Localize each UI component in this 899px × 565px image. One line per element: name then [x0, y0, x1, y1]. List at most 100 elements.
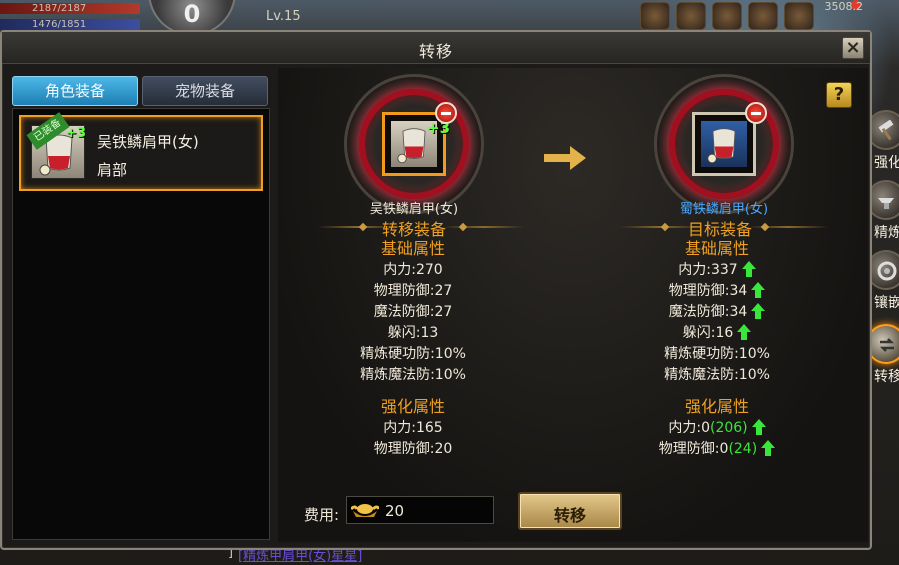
- target-slot-ring: 蜀铁鳞肩甲(女): [644, 74, 804, 217]
- stat-row: 躲闪:13: [278, 323, 548, 344]
- fee-field: 20: [346, 496, 494, 524]
- stat-label: 精炼魔法防:: [360, 367, 435, 383]
- enhance-level: +3: [66, 126, 86, 141]
- item-slot: 肩部: [97, 161, 128, 179]
- stat-up-arrow-icon: [751, 419, 766, 435]
- top-right-value: 3508.2: [824, 0, 864, 13]
- side-tab-label: 镶嵌: [874, 295, 899, 311]
- target-item-slot[interactable]: [692, 112, 756, 176]
- stat-value: 337: [710, 262, 738, 278]
- stat-value: 10%: [738, 346, 770, 362]
- stat-value: 20: [434, 441, 453, 457]
- shoulder-armor-icon: 已装备 +3: [26, 112, 86, 179]
- item-name: 吴铁鳞肩甲(女): [97, 133, 199, 151]
- player-level: Lv.15: [266, 9, 301, 24]
- gold-ingot-icon: [351, 504, 379, 517]
- stat-bonus: (206): [709, 420, 748, 436]
- stat-row: 精炼硬功防:10%: [582, 344, 852, 365]
- equipment-list: 已装备 +3 吴铁鳞肩甲(女) 肩部: [12, 108, 270, 540]
- dialog-header: 转移 ×: [2, 32, 870, 64]
- vip-level: 0: [183, 0, 201, 28]
- fee-value: 20: [385, 502, 405, 520]
- stat-up-arrow-icon: [761, 440, 776, 456]
- source-section-title: 转移装备: [381, 220, 446, 239]
- close-button[interactable]: ×: [842, 37, 864, 59]
- stat-up-arrow-icon: [737, 324, 752, 340]
- stat-label: 物理防御:: [668, 283, 730, 299]
- transfer-dialog: 转移 × 角色装备 宠物装备 已装备 +3 吴铁鳞肩甲(女) 肩部 ? +3 吴…: [0, 30, 872, 550]
- stat-row: 内力:337: [582, 260, 852, 281]
- source-item-name: 吴铁鳞肩甲(女): [369, 202, 459, 217]
- stat-up-arrow-icon: [751, 303, 766, 319]
- stat-row: 魔法防御:34: [582, 302, 852, 323]
- stat-row: 物理防御:27: [278, 281, 548, 302]
- stat-label: 物理防御:: [658, 441, 720, 457]
- stat-label: 精炼硬功防:: [664, 346, 739, 362]
- transfer-button[interactable]: 转移: [518, 492, 622, 530]
- enhance-stats-title: 强化属性: [380, 397, 445, 416]
- stat-bonus: (24): [728, 441, 758, 457]
- menu-icon[interactable]: [640, 2, 670, 30]
- stat-value: 27: [434, 304, 453, 320]
- side-tab-label: 精炼: [874, 225, 899, 241]
- stat-up-arrow-icon: [751, 282, 766, 298]
- stat-row: 精炼魔法防:10%: [278, 365, 548, 386]
- stat-row: 魔法防御:27: [278, 302, 548, 323]
- stat-value: 0: [701, 420, 710, 436]
- close-icon: ×: [845, 37, 861, 58]
- stat-row: 内力:270: [278, 260, 548, 281]
- stat-value: 10%: [434, 346, 466, 362]
- side-tab-label: 强化: [874, 155, 899, 171]
- menu-icon[interactable]: [748, 2, 778, 30]
- player-hud: 2187/2187 1476/1851: [0, 0, 140, 34]
- target-stats: 基础属性 内力:337 物理防御:34 魔法防御:34 躲闪:16 精炼硬功防:…: [582, 238, 852, 460]
- stat-label: 魔法防御:: [668, 304, 730, 320]
- stat-label: 内力:: [383, 420, 416, 436]
- stat-row: 内力:165: [278, 418, 548, 439]
- help-button[interactable]: ?: [826, 82, 852, 108]
- help-icon: ?: [833, 84, 845, 105]
- source-slot-ring: +3 吴铁鳞肩甲(女): [334, 74, 494, 217]
- stat-row: 精炼硬功防:10%: [278, 344, 548, 365]
- enhance-stats-title: 强化属性: [684, 397, 749, 416]
- stat-row: 精炼魔法防:10%: [582, 365, 852, 386]
- stat-value: 34: [729, 283, 748, 299]
- stat-value: 27: [434, 283, 453, 299]
- stat-value: 165: [415, 420, 443, 436]
- list-item[interactable]: 已装备 +3 吴铁鳞肩甲(女) 肩部: [19, 112, 263, 191]
- stat-label: 躲闪:: [682, 325, 716, 341]
- transfer-arrow-icon: [544, 146, 586, 170]
- dialog-title: 转移: [418, 42, 453, 61]
- side-tab-label: 转移: [874, 369, 899, 385]
- mp-bar: 1476/1851: [0, 19, 140, 30]
- target-section-title: 目标装备: [687, 220, 752, 239]
- menu-icon[interactable]: [676, 2, 706, 30]
- transfer-button-label: 转移: [553, 506, 586, 525]
- shoulder-armor-icon: [701, 121, 747, 167]
- stat-label: 精炼魔法防:: [664, 367, 739, 383]
- divider: [444, 226, 524, 228]
- stat-row: 内力:0(206): [582, 418, 852, 439]
- base-stats-title: 基础属性: [380, 239, 445, 258]
- stat-value: 13: [420, 325, 439, 341]
- remove-target-button[interactable]: [745, 102, 767, 124]
- tab-character-equipment[interactable]: 角色装备: [12, 76, 138, 106]
- stat-row: 物理防御:20: [278, 439, 548, 460]
- remove-source-button[interactable]: [435, 102, 457, 124]
- target-item-name: 蜀铁鳞肩甲(女): [679, 202, 769, 217]
- transfer-panel: ? +3 吴铁鳞肩甲(女) 蜀铁鳞肩甲(女) 转移装备 目标装备 基础属性 内力…: [278, 68, 868, 542]
- stat-value: 16: [715, 325, 734, 341]
- stat-label: 魔法防御:: [373, 304, 435, 320]
- tab-pet-equipment[interactable]: 宠物装备: [142, 76, 268, 106]
- stat-value: 10%: [738, 367, 770, 383]
- hp-bar: 2187/2187: [0, 3, 140, 14]
- source-stats: 基础属性 内力:270 物理防御:27 魔法防御:27 躲闪:13 精炼硬功防:…: [278, 238, 548, 460]
- base-stats-title: 基础属性: [684, 239, 749, 258]
- menu-icon[interactable]: [784, 2, 814, 30]
- stat-row: 物理防御:0(24): [582, 439, 852, 460]
- stat-row: 躲闪:16: [582, 323, 852, 344]
- fee-label: 费用:: [304, 506, 340, 524]
- menu-icon[interactable]: [712, 2, 742, 30]
- stat-label: 躲闪:: [387, 325, 421, 341]
- stat-label: 精炼硬功防:: [360, 346, 435, 362]
